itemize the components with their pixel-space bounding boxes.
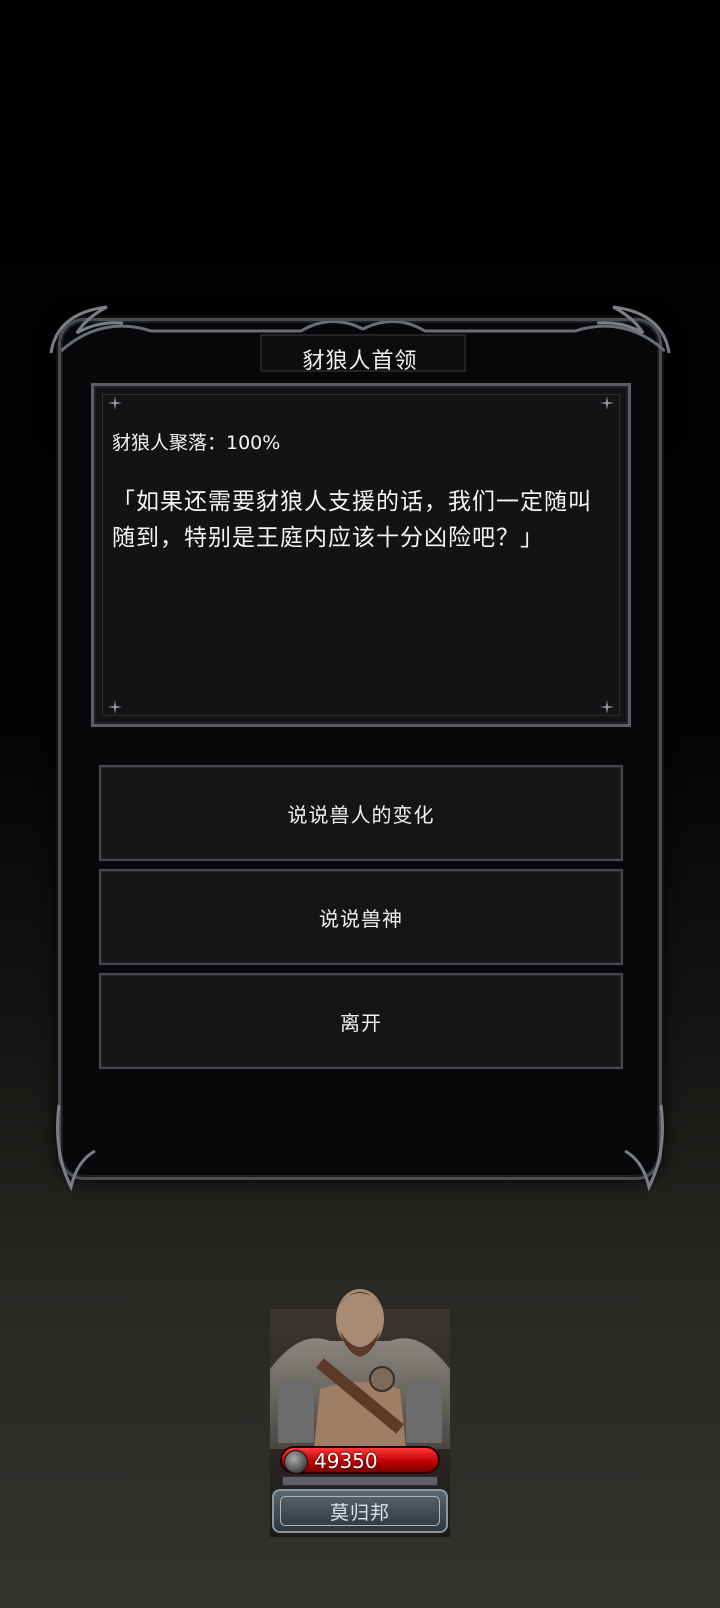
choice-orc-changes-button[interactable]: 说说兽人的变化 [99,765,623,861]
faction-reputation: 豺狼人聚落：100% [112,432,281,454]
corner-ornament-bottom-right [624,1104,664,1191]
dialog-title: 豺狼人首领 [302,349,418,374]
sparkle-icon [108,396,122,410]
dialog-window: 豺狼人首领 豺狼人聚落：100% 「如果还需要豺狼人支援的话，我们一定随叫随到，… [49,305,671,1191]
dialogue-text-panel: 豺狼人聚落：100% 「如果还需要豺狼人支援的话，我们一定随叫随到，特别是王庭内… [91,383,631,727]
sparkle-icon [600,700,614,714]
dialogue-text: 「如果还需要豺狼人支援的话，我们一定随叫随到，特别是王庭内应该十分凶险吧？」 [112,489,592,551]
hero-power-bar: 49350 [280,1446,440,1474]
choice-leave-button[interactable]: 离开 [99,973,623,1069]
corner-ornament-left [49,305,124,354]
hero-portrait-card[interactable]: 49350 莫归邦 [270,1279,450,1537]
hero-name-plate: 莫归邦 [272,1489,448,1533]
hero-name: 莫归邦 [329,1501,390,1524]
hero-power-value: 49350 [314,1449,378,1473]
sword-icon [284,1450,308,1474]
choice-beast-god-button[interactable]: 说说兽神 [99,869,623,965]
sparkle-icon [600,396,614,410]
corner-ornament-right [596,305,671,354]
sparkle-icon [108,700,122,714]
hero-sub-bar [282,1476,438,1486]
corner-ornament-bottom-left [56,1104,96,1191]
